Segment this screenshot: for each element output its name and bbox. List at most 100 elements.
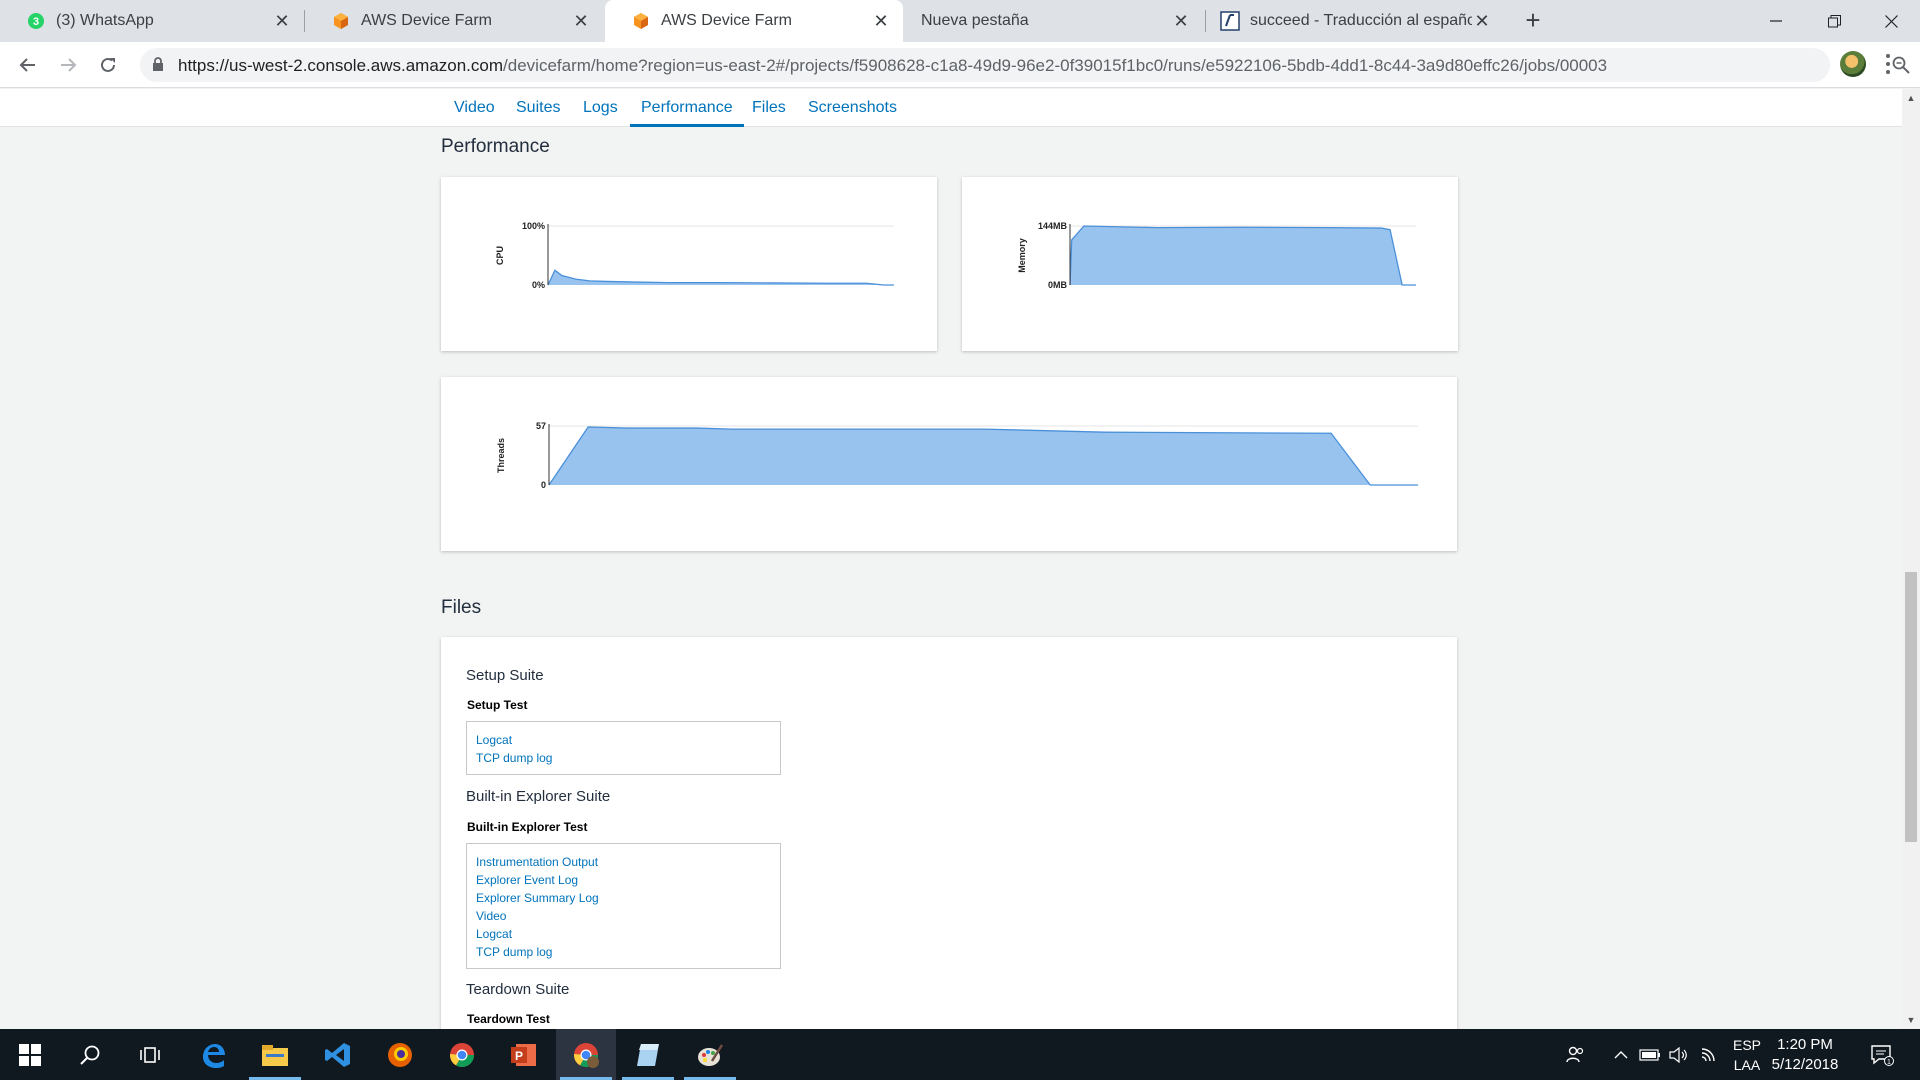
browser-tab-strip: 3 (3) WhatsApp ✕ AWS Device Farm ✕ AWS D…: [0, 0, 1920, 42]
notifications-icon[interactable]: 1: [1862, 1029, 1902, 1080]
restore-button[interactable]: [1805, 0, 1863, 42]
forward-button[interactable]: [52, 49, 84, 81]
y-tick-label: 0MB: [1048, 280, 1068, 290]
scroll-up-arrow-icon[interactable]: ▲: [1906, 93, 1916, 103]
svg-text:3: 3: [33, 16, 39, 28]
aws-cube-icon: [631, 11, 651, 31]
lang-layout: LAA: [1733, 1057, 1761, 1073]
cpu-chart: 100% 0% CPU: [495, 221, 894, 290]
people-icon[interactable]: [1560, 1029, 1590, 1080]
tab-title: (3) WhatsApp: [56, 12, 154, 29]
close-tab-icon[interactable]: ✕: [571, 11, 591, 31]
windows-taskbar: P ESP LAA 1:20 PM 5/12/2018 1: [0, 1029, 1920, 1080]
clock-date: 5/12/2018: [1771, 1056, 1839, 1073]
job-subnav: Video Suites Logs Performance Files Scre…: [0, 89, 1902, 127]
tab-new-tab[interactable]: Nueva pestaña ✕: [905, 0, 1203, 42]
file-link-explorer-event-log[interactable]: Explorer Event Log: [476, 871, 780, 889]
suite-name: Teardown Suite: [466, 981, 570, 998]
scroll-down-arrow-icon[interactable]: ▼: [1906, 1015, 1916, 1025]
close-tab-icon[interactable]: ✕: [272, 11, 292, 31]
zoom-icon[interactable]: [1892, 56, 1910, 79]
wifi-icon[interactable]: [1695, 1029, 1723, 1080]
chrome-icon[interactable]: [432, 1029, 492, 1080]
y-tick-label: 144MB: [1038, 221, 1068, 231]
clock-time: 1:20 PM: [1777, 1036, 1833, 1053]
files-heading: Files: [441, 597, 482, 618]
lang-code: ESP: [1732, 1037, 1761, 1053]
edge-icon[interactable]: [183, 1029, 243, 1080]
performance-heading: Performance: [441, 136, 550, 157]
task-view-icon[interactable]: [120, 1029, 180, 1080]
paint-icon[interactable]: [680, 1029, 740, 1080]
scrollbar-thumb[interactable]: [1905, 572, 1917, 842]
notes-app-icon[interactable]: [618, 1029, 678, 1080]
tab-files[interactable]: Files: [741, 89, 797, 127]
close-tab-icon[interactable]: ✕: [871, 11, 891, 31]
memory-chart: 144MB 0MB Memory: [1017, 221, 1416, 290]
memory-chart-card: 144MB 0MB Memory: [962, 177, 1458, 351]
tab-whatsapp[interactable]: 3 (3) WhatsApp ✕: [0, 0, 304, 42]
files-card: Setup Suite Setup Test Logcat TCP dump l…: [441, 637, 1457, 1029]
tab-title: AWS Device Farm: [661, 12, 792, 29]
threads-chart: 57 0 Threads: [496, 421, 1418, 490]
y-tick-label: 0: [541, 480, 546, 490]
svg-text:P: P: [515, 1049, 523, 1063]
file-link-logcat[interactable]: Logcat: [476, 731, 780, 749]
back-button[interactable]: [12, 49, 44, 81]
tab-title: succeed - Traducción al español: [1250, 12, 1472, 29]
y-axis-label: CPU: [495, 246, 505, 265]
test-name: Setup Test: [467, 698, 528, 712]
file-link-tcp-dump-log[interactable]: TCP dump log: [476, 749, 780, 767]
powerpoint-icon[interactable]: P: [494, 1029, 554, 1080]
tab-aws-device-farm-1[interactable]: AWS Device Farm ✕: [305, 0, 603, 42]
file-link-tcp-dump-log[interactable]: TCP dump log: [476, 943, 780, 961]
test-name: Built-in Explorer Test: [467, 820, 588, 834]
system-clock[interactable]: 1:20 PM 5/12/2018: [1765, 1035, 1845, 1075]
new-tab-button[interactable]: +: [1520, 7, 1546, 34]
y-tick-label: 0%: [532, 280, 545, 290]
close-window-button[interactable]: [1862, 0, 1920, 42]
profile-avatar[interactable]: [1840, 51, 1866, 77]
file-link-logcat[interactable]: Logcat: [476, 925, 780, 943]
chrome-menu-icon[interactable]: [1882, 52, 1894, 76]
whatsapp-icon: 3: [26, 11, 46, 31]
series-area: [549, 427, 1418, 485]
tab-video[interactable]: Video: [443, 89, 506, 127]
windows-start-icon[interactable]: [0, 1029, 60, 1080]
close-tab-icon[interactable]: ✕: [1472, 11, 1492, 31]
minimize-button[interactable]: [1747, 0, 1805, 42]
tab-linguee[interactable]: succeed - Traducción al español ✕: [1206, 0, 1504, 42]
file-link-instrumentation-output[interactable]: Instrumentation Output: [476, 853, 780, 871]
chrome-alt-icon[interactable]: [556, 1029, 616, 1080]
file-list: Logcat TCP dump log: [466, 721, 781, 775]
series-area: [1070, 226, 1416, 285]
lock-icon: [152, 57, 164, 77]
y-tick-label: 57: [536, 421, 546, 431]
file-link-explorer-summary-log[interactable]: Explorer Summary Log: [476, 889, 780, 907]
suite-name: Setup Suite: [466, 667, 544, 684]
test-name: Teardown Test: [467, 1012, 550, 1026]
tab-performance[interactable]: Performance: [630, 89, 744, 127]
vscode-icon[interactable]: [308, 1029, 368, 1080]
reload-button[interactable]: [92, 49, 124, 81]
tab-suites[interactable]: Suites: [505, 89, 571, 127]
page-scrollbar[interactable]: ▲ ▼: [1902, 89, 1920, 1029]
browser-toolbar: https://us-west-2.console.aws.amazon.com…: [0, 42, 1920, 88]
address-bar[interactable]: https://us-west-2.console.aws.amazon.com…: [140, 48, 1910, 82]
file-explorer-icon[interactable]: [245, 1029, 305, 1080]
y-axis-label: Memory: [1017, 238, 1027, 273]
url-text: https://us-west-2.console.aws.amazon.com…: [178, 56, 1608, 75]
firefox-icon[interactable]: [370, 1029, 430, 1080]
tab-aws-device-farm-2[interactable]: AWS Device Farm ✕: [605, 0, 903, 42]
file-link-video[interactable]: Video: [476, 907, 780, 925]
search-icon[interactable]: [60, 1029, 120, 1080]
chevron-up-icon[interactable]: [1608, 1029, 1634, 1080]
battery-icon[interactable]: [1636, 1029, 1664, 1080]
tab-logs[interactable]: Logs: [572, 89, 629, 127]
volume-icon[interactable]: [1665, 1029, 1693, 1080]
tab-screenshots[interactable]: Screenshots: [797, 89, 908, 127]
aws-cube-icon: [331, 11, 351, 31]
input-language-indicator[interactable]: ESP LAA: [1727, 1035, 1767, 1075]
close-tab-icon[interactable]: ✕: [1171, 11, 1191, 31]
page-content: Video Suites Logs Performance Files Scre…: [0, 89, 1902, 1029]
